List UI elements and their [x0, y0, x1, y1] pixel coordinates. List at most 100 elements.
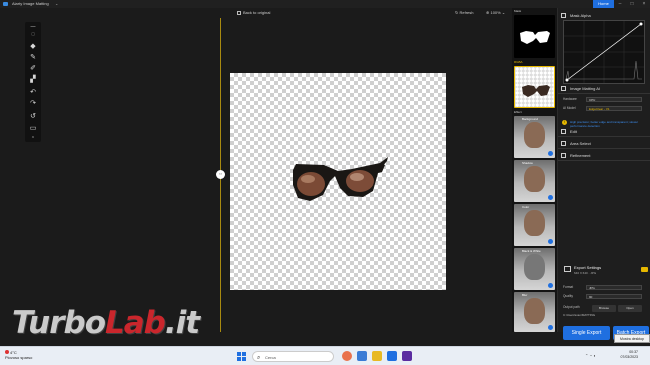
select-icon[interactable]: ◌ [29, 31, 37, 39]
weather-widget[interactable]: 4°C Piovoso sparso [5, 350, 32, 360]
weather-icon [5, 350, 9, 354]
refinement-header[interactable]: Refinement [558, 150, 650, 161]
effect-label: Effect [514, 110, 522, 114]
aiarty-taskbar-icon[interactable] [402, 351, 412, 361]
minimize-button[interactable]: – [614, 0, 626, 8]
effect-tag: Black & White [522, 249, 541, 253]
brush-icon[interactable]: ✎ [29, 54, 37, 62]
alpha-curve-graph [564, 21, 644, 83]
taskbar-app-icon[interactable] [387, 351, 397, 361]
warning-icon: ! [562, 120, 567, 125]
effect-thumbnail[interactable]: Shadow [514, 160, 555, 202]
home-button[interactable]: Home [593, 0, 614, 8]
quality-select[interactable]: 90 [586, 294, 642, 299]
settings-panel: Mask Alpha Image Matting AI Hardware CPU [557, 8, 650, 340]
app-window: Aiarty Image Matting ⌄ Home – □ × Back t… [0, 0, 650, 346]
mask-sunglasses-icon [520, 31, 550, 44]
chevron-down-icon: ⌄ [500, 10, 506, 15]
output-path-value: C:\Users\ivan\MATTING [563, 313, 596, 317]
compare-handle-icon[interactable]: ⇔ [216, 170, 225, 179]
image-matting-ai-header[interactable]: Image Matting AI [558, 83, 650, 94]
taskbar-app-icon[interactable] [342, 351, 352, 361]
edit-title: Edit [570, 129, 577, 134]
image-canvas[interactable] [230, 73, 446, 290]
preview-strip: Mask RGBA Effect Background Shadow Color [512, 8, 557, 332]
effect-thumbnail[interactable]: Background [514, 116, 555, 158]
effect-thumbnail[interactable]: Color [514, 204, 555, 246]
output-path-label: Output path [563, 305, 580, 309]
effect-add-icon[interactable] [548, 283, 553, 288]
taskbar-search-input[interactable]: ⌕ Cerca [252, 351, 334, 362]
area-select-icon [561, 141, 566, 146]
app-title: Aiarty Image Matting [12, 1, 49, 6]
effect-thumbnail[interactable]: Blur [514, 292, 555, 332]
area-select-header[interactable]: Area Select [558, 138, 650, 149]
hardware-select[interactable]: CPU [586, 97, 642, 102]
back-to-original-button[interactable]: Back to original [237, 8, 270, 18]
rgba-thumbnail[interactable] [514, 66, 555, 108]
effect-add-icon[interactable] [548, 195, 553, 200]
effect-add-icon[interactable] [548, 325, 553, 330]
edit-header[interactable]: Edit [558, 126, 650, 137]
drag-handle-icon[interactable]: — [29, 23, 37, 31]
mask-thumbnail[interactable] [514, 15, 555, 58]
redo-icon[interactable]: ↷ [29, 100, 37, 108]
reset-icon[interactable]: ↺ [29, 113, 37, 121]
fill-icon[interactable]: ▞ [29, 76, 37, 84]
export-settings[interactable]: Export Settings 640 X 640 · JPG [563, 263, 648, 283]
taskbar-app-icon[interactable] [357, 351, 367, 361]
more-icon[interactable]: ⌃ [29, 135, 37, 143]
system-tray-icons[interactable]: ⌃ ◔ ◑ [585, 353, 595, 358]
turbolab-watermark: TurboLab.it [12, 305, 200, 341]
area-select-title: Area Select [570, 141, 591, 146]
taskbar-clock[interactable]: 00:37 07/03/2023 [608, 350, 638, 360]
rgba-label: RGBA [514, 60, 523, 64]
export-settings-icon [564, 266, 571, 272]
compare-icon [237, 10, 241, 15]
effect-thumbnail[interactable]: Black & White [514, 248, 555, 290]
mask-alpha-title: Mask Alpha [570, 13, 591, 18]
tool-palette: — ◌ ◆ ✎ ✐ ▞ ↶ ↷ ↺ ▭ ⌃ [25, 22, 41, 142]
eraser-icon[interactable]: ◆ [29, 43, 37, 51]
effect-tag: Background [522, 117, 539, 121]
effect-add-icon[interactable] [548, 239, 553, 244]
effect-tag: Blur [522, 293, 528, 297]
ai-model-select[interactable]: EdgeClear - V1 [586, 106, 642, 111]
ai-model-label: AI Model [563, 106, 576, 110]
close-button[interactable]: × [638, 0, 650, 8]
chevron-down-icon[interactable]: ⌄ [55, 0, 58, 8]
weather-desc: Piovoso sparso [5, 355, 33, 360]
top-toolbar: Back to original ↻ Refresh ⊕ 100% ⌄ [0, 8, 512, 18]
hardware-label: Hardware [563, 97, 577, 101]
single-export-button[interactable]: Single Export [563, 326, 610, 340]
refinement-icon [561, 153, 566, 158]
export-settings-summary: 640 X 640 · JPG [574, 271, 597, 275]
folder-icon[interactable] [372, 351, 382, 361]
format-select[interactable]: JPG [586, 285, 642, 290]
browse-button[interactable]: Browse [592, 305, 616, 312]
zoom-select[interactable]: ⊕ 100% ⌄ [486, 8, 505, 18]
magic-brush-icon[interactable]: ✐ [29, 65, 37, 73]
title-bar: Aiarty Image Matting ⌄ Home – □ × [0, 0, 650, 8]
format-label: Format [563, 285, 574, 289]
curve-icon [561, 13, 566, 18]
search-icon: ⌕ [257, 355, 261, 361]
clock-date: 07/03/2023 [620, 355, 638, 359]
quality-label: Quality [563, 294, 573, 298]
crop-icon[interactable]: ▭ [29, 125, 37, 133]
refinement-title: Refinement [570, 153, 591, 158]
effect-tag: Shadow [522, 161, 533, 165]
back-to-original-label: Back to original [243, 10, 271, 15]
export-settings-toggle[interactable] [641, 267, 648, 272]
search-placeholder: Cerca [265, 355, 276, 360]
effect-add-icon[interactable] [548, 151, 553, 156]
app-logo-icon [3, 2, 8, 6]
refresh-button[interactable]: ↻ Refresh [455, 8, 473, 18]
zoom-value: 100% [490, 10, 501, 15]
undo-icon[interactable]: ↶ [29, 89, 37, 97]
maximize-button[interactable]: □ [626, 0, 638, 8]
windows-start-icon[interactable] [237, 352, 246, 361]
sunglasses-image [293, 157, 388, 201]
alpha-curve-editor[interactable] [563, 20, 645, 84]
open-button[interactable]: Open [618, 305, 642, 312]
